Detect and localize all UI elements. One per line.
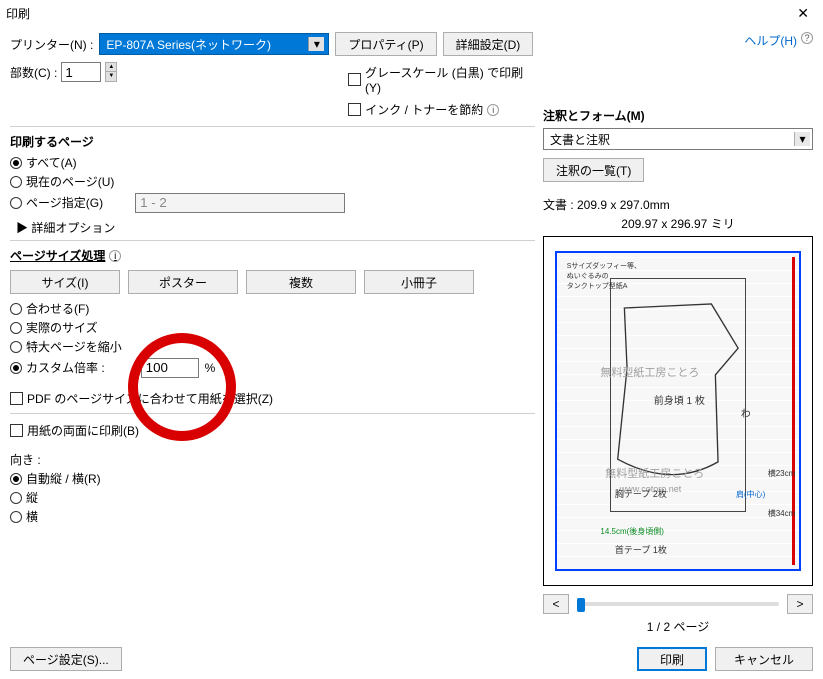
spinner-down-icon[interactable]: ▼ xyxy=(106,72,116,81)
custom-scale-unit: % xyxy=(205,361,216,375)
orient-portrait-label: 縦 xyxy=(26,489,38,506)
fit-label: 合わせる(F) xyxy=(26,300,89,317)
orient-auto-radio[interactable]: 自動縦 / 横(R) xyxy=(10,470,535,487)
orient-auto-label: 自動縦 / 横(R) xyxy=(26,470,101,487)
pages-current-radio[interactable]: 現在のページ(U) xyxy=(10,173,535,190)
preview-neck: 首テープ 1枚 xyxy=(615,543,667,556)
annot-title: 注釈とフォーム(M) xyxy=(543,107,813,124)
pager-prev-button[interactable]: < xyxy=(543,594,569,614)
ink-save-label: インク / トナーを節約 xyxy=(365,101,483,118)
preview-shoulder: 肩(中心) xyxy=(736,489,765,500)
pdf-paper-checkbox[interactable]: PDF のページサイズに合わせて用紙を選択(Z) xyxy=(10,390,535,407)
ink-save-checkbox[interactable]: インク / トナーを節約 i xyxy=(348,101,535,118)
preview-watermark2: 無料型紙工房ことろ xyxy=(605,465,704,481)
checkbox-box-icon xyxy=(10,424,23,437)
tab-booklet[interactable]: 小冊子 xyxy=(364,270,474,294)
grayscale-checkbox[interactable]: グレースケール (白黒) で印刷(Y) xyxy=(348,64,535,95)
print-button[interactable]: 印刷 xyxy=(637,647,707,671)
duplex-checkbox[interactable]: 用紙の両面に印刷(B) xyxy=(10,422,535,439)
preview-size-label: 209.97 x 296.97 ミリ xyxy=(543,215,813,232)
info-icon: i xyxy=(487,104,499,116)
pages-section-title: 印刷するページ xyxy=(10,133,535,150)
preview-wa-label: わ xyxy=(741,405,751,420)
help-link[interactable]: ヘルプ(H) xyxy=(744,32,797,49)
annot-list-button[interactable]: 注釈の一覧(T) xyxy=(543,158,644,182)
page-slider[interactable] xyxy=(577,602,779,606)
checkbox-box-icon xyxy=(10,392,23,405)
pages-range-radio[interactable]: ページ指定(G) xyxy=(10,194,103,211)
advanced-options-toggle[interactable]: ▶ 詳細オプション xyxy=(16,219,535,236)
window-title: 印刷 xyxy=(6,5,30,22)
chevron-down-icon: ▾ xyxy=(794,132,810,146)
info-icon: i xyxy=(109,250,121,262)
pager-next-button[interactable]: > xyxy=(787,594,813,614)
actual-label: 実際のサイズ xyxy=(26,319,98,336)
preview-len: 14.5cm(後身頃側) xyxy=(600,526,664,537)
advanced-settings-button[interactable]: 詳細設定(D) xyxy=(443,32,534,56)
fit-radio[interactable]: 合わせる(F) xyxy=(10,300,535,317)
duplex-label: 用紙の両面に印刷(B) xyxy=(27,422,139,439)
copies-input[interactable] xyxy=(61,62,101,82)
tab-multi[interactable]: 複数 xyxy=(246,270,356,294)
page-setup-button[interactable]: ページ設定(S)... xyxy=(10,647,122,671)
orient-portrait-radio[interactable]: 縦 xyxy=(10,489,535,506)
actual-radio[interactable]: 実際のサイズ xyxy=(10,319,535,336)
preview-heading: Sサイズダッフィー等、 ぬいぐるみの タンクトップ型紙A xyxy=(567,261,641,291)
tab-size[interactable]: サイズ(I) xyxy=(10,270,120,294)
shrink-radio[interactable]: 特大ページを縮小 xyxy=(10,338,535,355)
document-size-label: 文書 : 209.9 x 297.0mm xyxy=(543,196,813,213)
pages-current-label: 現在のページ(U) xyxy=(26,173,114,190)
print-preview: Sサイズダッフィー等、 ぬいぐるみの タンクトップ型紙A 無料型紙工房ことろ 前… xyxy=(543,236,813,586)
orient-landscape-label: 横 xyxy=(26,508,38,525)
preview-redline-icon xyxy=(792,257,795,565)
copies-spinner[interactable]: ▲ ▼ xyxy=(105,62,117,82)
properties-button[interactable]: プロパティ(P) xyxy=(335,32,436,56)
grayscale-label: グレースケール (白黒) で印刷(Y) xyxy=(365,64,535,95)
preview-w23: 横23cm xyxy=(768,468,796,479)
tab-poster[interactable]: ポスター xyxy=(128,270,238,294)
pager-label: 1 / 2 ページ xyxy=(543,618,813,635)
annot-combo[interactable]: 文書と注釈 ▾ xyxy=(543,128,813,150)
printer-select[interactable]: EP-807A Series(ネットワーク) ▾ xyxy=(99,33,329,55)
custom-scale-radio[interactable]: カスタム倍率 : xyxy=(10,359,105,376)
size-section-title: ページサイズ処理 xyxy=(10,247,105,264)
orient-landscape-radio[interactable]: 横 xyxy=(10,508,535,525)
pdf-paper-label: PDF のページサイズに合わせて用紙を選択(Z) xyxy=(27,390,273,407)
chevron-down-icon: ▾ xyxy=(308,37,324,51)
printer-label: プリンター(N) : xyxy=(10,36,93,53)
custom-label: カスタム倍率 : xyxy=(26,359,105,376)
info-icon: ? xyxy=(801,32,813,44)
preview-chest: 胸テープ 2枚 xyxy=(615,487,667,500)
checkbox-box-icon xyxy=(348,103,361,116)
pages-all-label: すべて(A) xyxy=(26,154,77,171)
shrink-label: 特大ページを縮小 xyxy=(26,338,122,355)
preview-front-label: 前身頃 1 枚 xyxy=(654,392,705,407)
copies-label: 部数(C) : xyxy=(10,64,57,81)
pages-range-input[interactable] xyxy=(135,193,345,213)
preview-w34: 横34cm xyxy=(768,508,796,519)
printer-selected-value: EP-807A Series(ネットワーク) xyxy=(106,36,271,53)
slider-thumb-icon xyxy=(577,598,585,612)
custom-scale-input[interactable] xyxy=(141,358,199,378)
close-icon[interactable]: ✕ xyxy=(789,3,817,24)
checkbox-box-icon xyxy=(348,73,361,86)
preview-watermark: 無料型紙工房ことろ xyxy=(600,364,699,380)
cancel-button[interactable]: キャンセル xyxy=(715,647,813,671)
orient-title: 向き : xyxy=(10,451,535,468)
pages-all-radio[interactable]: すべて(A) xyxy=(10,154,535,171)
pages-range-label: ページ指定(G) xyxy=(26,194,103,211)
annot-combo-value: 文書と注釈 xyxy=(550,131,610,148)
spinner-up-icon[interactable]: ▲ xyxy=(106,63,116,72)
